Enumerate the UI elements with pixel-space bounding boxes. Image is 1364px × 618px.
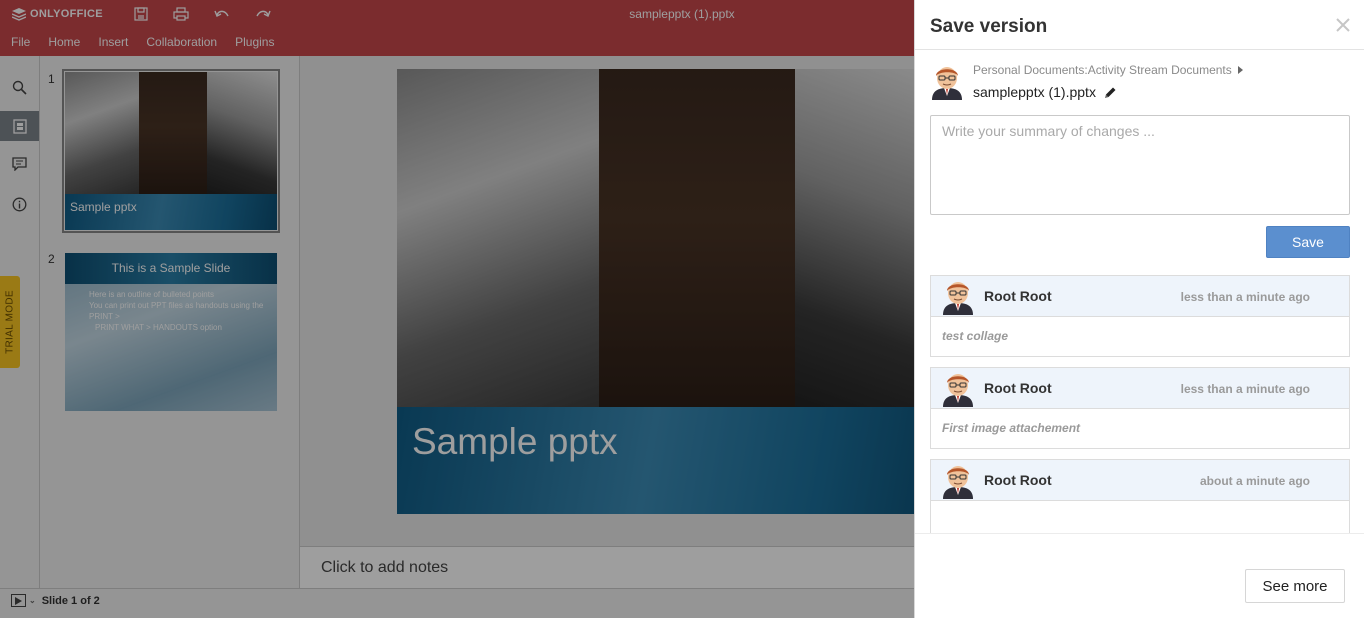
avatar bbox=[943, 466, 973, 499]
panel-header: Save version bbox=[915, 0, 1364, 50]
version-comment: First image attachement bbox=[931, 409, 1349, 448]
folder-breadcrumb[interactable]: Personal Documents:Activity Stream Docum… bbox=[973, 63, 1243, 77]
photo-laptop bbox=[397, 69, 599, 407]
version-item: Root Root less than a minute ago First i… bbox=[930, 367, 1350, 449]
slide-title[interactable]: Sample pptx bbox=[412, 421, 618, 463]
save-button[interactable]: Save bbox=[1266, 226, 1350, 258]
title-bar: ONLYOFFICE samplepptx (1).pptx bbox=[0, 0, 914, 28]
slide-thumbnails-panel: 1 Sample pptx 2 This is a Sample Slide H… bbox=[40, 56, 300, 588]
info-icon[interactable] bbox=[0, 189, 39, 219]
play-icon bbox=[15, 596, 22, 605]
slide-canvas: Sample pptx bbox=[300, 56, 914, 546]
version-item: Root Root less than a minute ago test co… bbox=[930, 275, 1350, 357]
version-author: Root Root bbox=[984, 288, 1052, 304]
avatar bbox=[943, 282, 973, 315]
notes-area[interactable]: Click to add notes bbox=[300, 546, 914, 588]
file-name-row: samplepptx (1).pptx bbox=[973, 84, 1117, 100]
slides-icon[interactable] bbox=[0, 111, 39, 141]
bullet-text: You can print out PPT files as handouts … bbox=[89, 301, 264, 310]
avatar bbox=[932, 67, 962, 100]
panel-title: Save version bbox=[930, 16, 1048, 37]
file-name: samplepptx (1).pptx bbox=[973, 84, 1096, 100]
thumbnail-title: This is a Sample Slide bbox=[111, 261, 231, 275]
avatar bbox=[943, 374, 973, 407]
slide-counter: Slide 1 of 2 bbox=[41, 594, 100, 607]
status-bar: ⌄ Slide 1 of 2 bbox=[0, 588, 914, 612]
slide-thumbnail-2[interactable]: This is a Sample Slide Here is an outlin… bbox=[65, 253, 277, 411]
version-header: Root Root less than a minute ago bbox=[931, 368, 1349, 409]
menu-insert[interactable]: Insert bbox=[89, 28, 137, 56]
current-slide[interactable]: Sample pptx bbox=[397, 69, 914, 514]
photo-coffee bbox=[139, 72, 207, 194]
trial-mode-label: TRIAL MODE bbox=[4, 290, 16, 354]
photo-desk bbox=[207, 72, 277, 194]
document-title: samplepptx (1).pptx bbox=[629, 7, 735, 21]
thumbnail-bullets: Here is an outline of bulleted points Yo… bbox=[89, 289, 263, 333]
version-comment bbox=[931, 501, 1349, 533]
bullet-text: Here is an outline of bulleted points bbox=[89, 290, 214, 299]
bullet-text: PRINT WHAT > HANDOUTS option bbox=[95, 323, 222, 332]
version-header: Root Root about a minute ago bbox=[931, 460, 1349, 501]
menu-plugins[interactable]: Plugins bbox=[226, 28, 283, 56]
version-item: Root Root about a minute ago bbox=[930, 459, 1350, 533]
breadcrumb-path: Personal Documents:Activity Stream Docum… bbox=[973, 63, 1232, 77]
version-time: less than a minute ago bbox=[1180, 382, 1310, 396]
version-time: about a minute ago bbox=[1199, 474, 1310, 488]
summary-input[interactable] bbox=[930, 115, 1350, 215]
thumbnail-caption: Sample pptx bbox=[70, 200, 137, 214]
photo-coffee bbox=[599, 69, 795, 407]
document-info: Personal Documents:Activity Stream Docum… bbox=[930, 62, 1350, 104]
chevron-down-icon[interactable]: ⌄ bbox=[29, 596, 36, 605]
bullet-text: PRINT > bbox=[89, 312, 120, 321]
version-author: Root Root bbox=[984, 380, 1052, 396]
panel-footer: See more bbox=[915, 533, 1364, 618]
save-version-panel: Save version Personal Documents:Activity… bbox=[914, 0, 1364, 618]
thumbnail-number: 1 bbox=[48, 72, 55, 86]
version-history-list: Root Root less than a minute ago test co… bbox=[930, 275, 1350, 533]
version-comment: test collage bbox=[931, 317, 1349, 356]
menu-file[interactable]: File bbox=[2, 28, 39, 56]
version-author: Root Root bbox=[984, 472, 1052, 488]
menu-home[interactable]: Home bbox=[39, 28, 89, 56]
version-time: less than a minute ago bbox=[1180, 290, 1310, 304]
trial-mode-badge: TRIAL MODE bbox=[0, 276, 20, 368]
see-more-button[interactable]: See more bbox=[1245, 569, 1345, 603]
photo-desk bbox=[795, 69, 914, 407]
menu-collaboration[interactable]: Collaboration bbox=[137, 28, 226, 56]
caret-right-icon bbox=[1237, 66, 1243, 74]
thumbnail-number: 2 bbox=[48, 252, 55, 266]
version-header: Root Root less than a minute ago bbox=[931, 276, 1349, 317]
play-slideshow-button[interactable] bbox=[11, 594, 26, 607]
menu-bar: File Home Insert Collaboration Plugins bbox=[0, 28, 914, 56]
close-icon[interactable] bbox=[1330, 12, 1356, 38]
presentation-editor: ONLYOFFICE samplepptx (1).pptx File Home… bbox=[0, 0, 914, 618]
slide-thumbnail-1[interactable]: Sample pptx bbox=[62, 69, 280, 233]
search-icon[interactable] bbox=[0, 72, 39, 102]
photo-laptop bbox=[65, 72, 139, 194]
pencil-icon[interactable] bbox=[1104, 86, 1117, 99]
comments-icon[interactable] bbox=[0, 149, 39, 179]
